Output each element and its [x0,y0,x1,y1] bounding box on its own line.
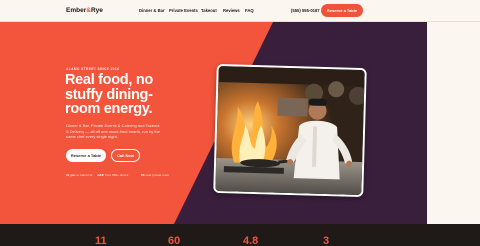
logo[interactable]: Ember&Rye [66,7,103,14]
hero-stat-rating-label: from 860+ diners [104,173,129,177]
nav-link-reviews[interactable]: Reviews [223,8,240,13]
hero-stat-seats: 60 seat private room [141,173,169,177]
hero-section: ALAMO STREET SINCE 2016 Real food, no st… [0,22,480,224]
hero-subtext: Dinner & Bar, Private Events & Catering … [66,123,160,139]
stats-band-number-1: 11 [95,235,107,246]
hero-stat-years-value: 11 yrs [66,173,75,177]
logo-text-rye: Rye [90,7,103,14]
hero-stat-seats-label: seat private room [145,173,170,177]
hero-stat-years: 11 yrs on Alamo St. [66,173,93,177]
hero-chef-photo [213,63,367,198]
logo-text-ember: Ember [66,7,87,14]
nav-reserve-button[interactable]: Reserve a Table [321,4,363,17]
phone-number[interactable]: (555) 555-0187 [291,8,320,13]
hero-stat-years-label: on Alamo St. [75,173,94,177]
call-now-button[interactable]: Call Now [111,149,140,162]
stats-band-number-2: 60 [168,235,181,246]
nav-link-takeout[interactable]: Takeout [201,8,217,13]
stats-band: 11 60 4.8 3 [0,224,480,246]
reserve-table-button[interactable]: Reserve a Table [66,149,106,162]
hero-right-margin [427,22,480,224]
hero-eyebrow: ALAMO STREET SINCE 2016 [66,67,120,71]
chef-flambe-image [215,65,367,198]
hero-stat-rating-value: 4.8★ [97,173,105,177]
nav-link-private-events[interactable]: Private Events [169,8,198,13]
hero-stat-rating: 4.8★ from 860+ diners [97,173,128,177]
hero-headline: Real food, no stuffy dining-room energy. [65,72,153,117]
nav-link-faq[interactable]: FAQ [245,8,254,13]
hero-stat-seats-value: 60 [141,173,145,177]
nav-link-dinner-bar[interactable]: Dinner & Bar [139,8,165,13]
top-nav: Ember&Rye Dinner & Bar Private Events Ta… [0,0,480,22]
stats-band-number-4: 3 [323,235,330,246]
stats-band-number-3: 4.8 [243,235,259,246]
